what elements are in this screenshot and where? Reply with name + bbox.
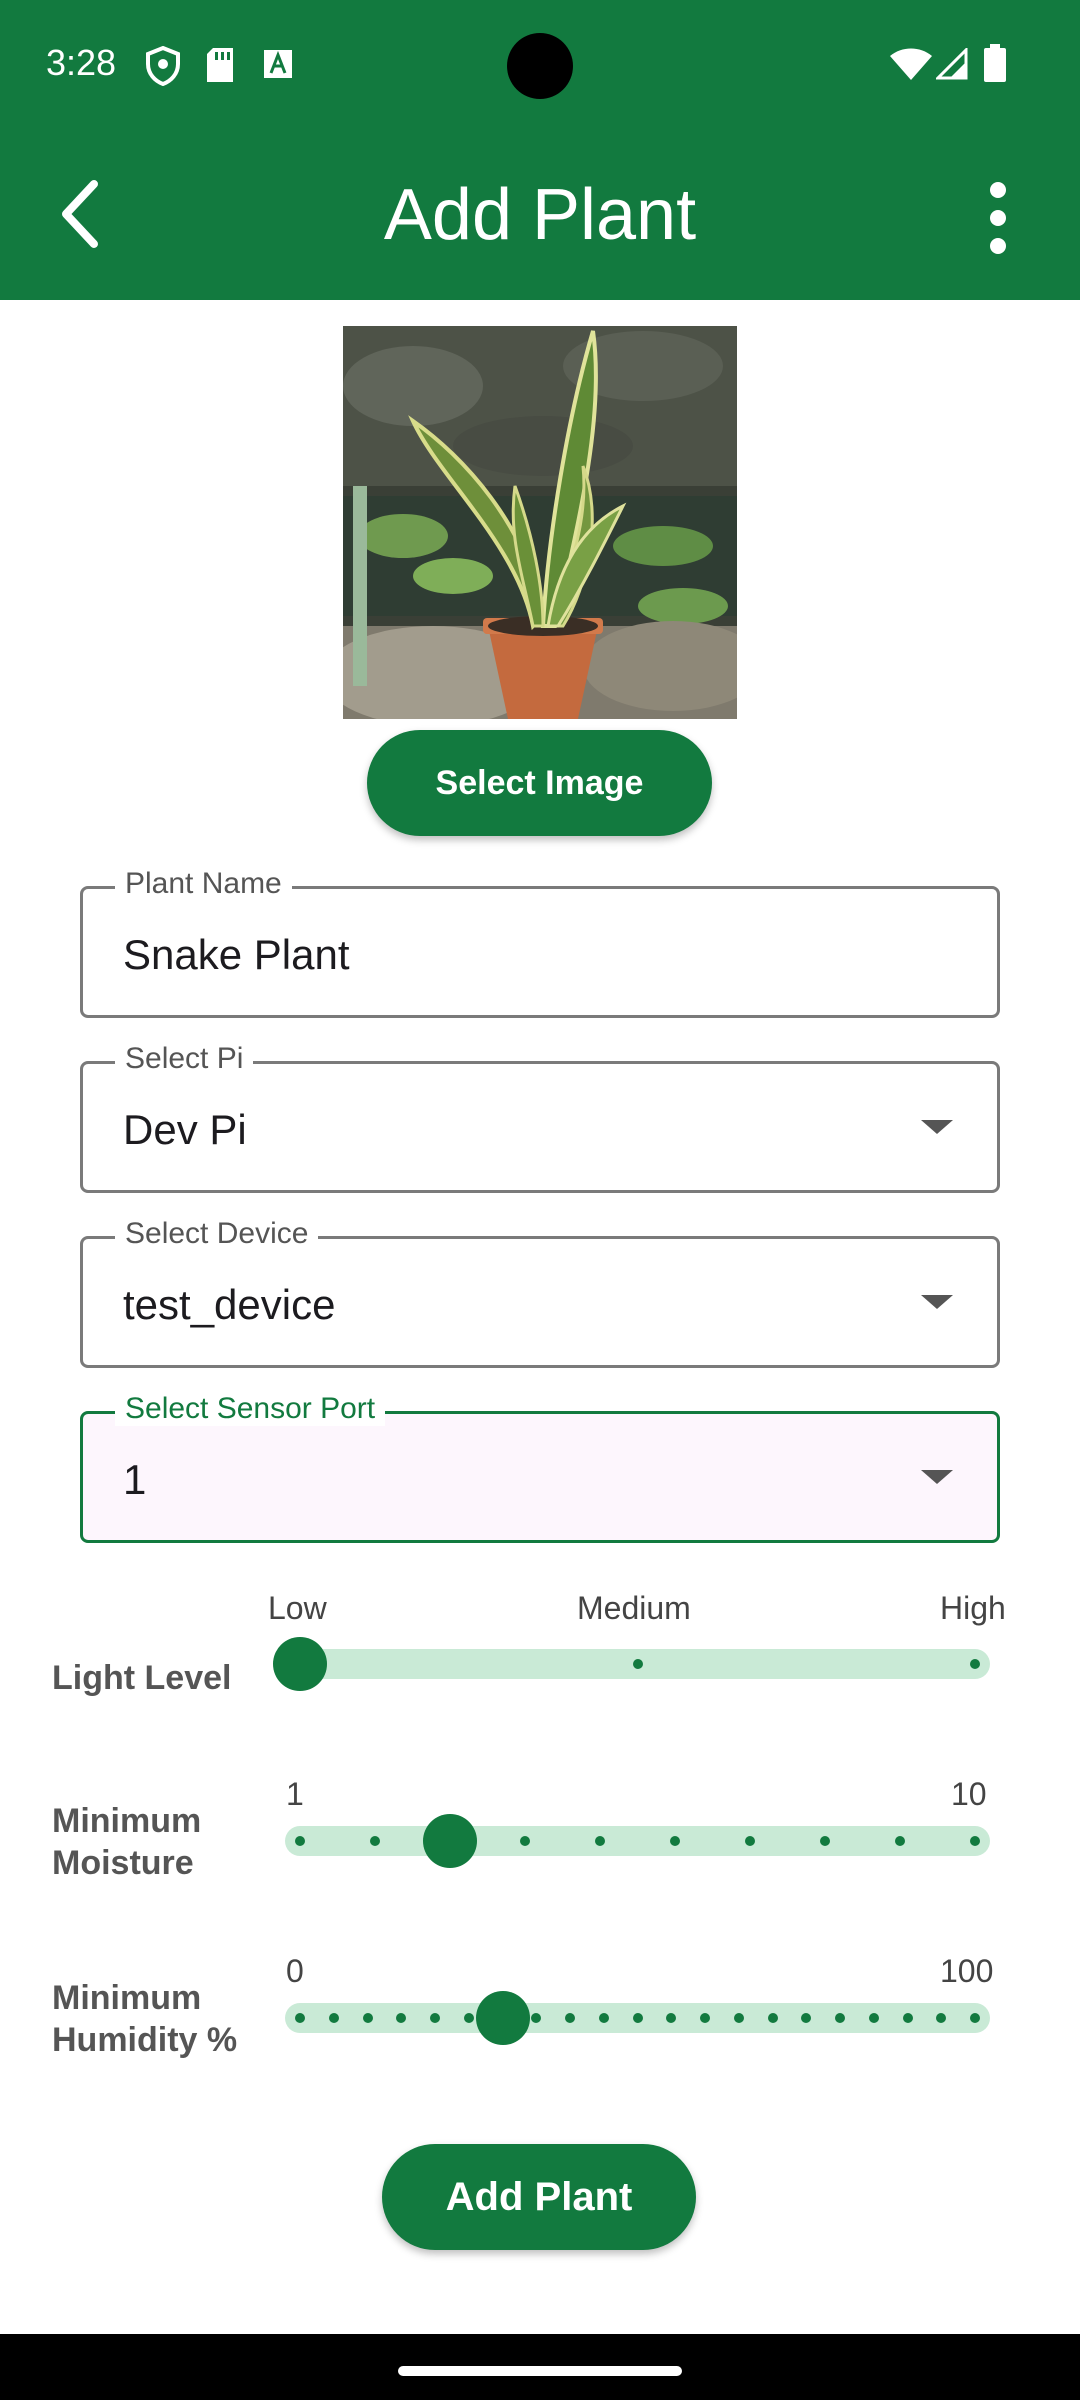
select-pi-value: Dev Pi [123, 1106, 247, 1153]
light-tick-high: High [940, 1590, 1006, 1626]
select-device-label: Select Device [115, 1217, 319, 1251]
slider-tick-mark [835, 2013, 845, 2023]
select-pi-label: Select Pi [115, 1042, 254, 1076]
slider-tick-mark [632, 2013, 643, 2023]
light-tick-medium: Medium [577, 1590, 691, 1626]
moisture-max-label: 10 [951, 1776, 987, 1812]
battery-icon [984, 44, 1006, 87]
slider-tick-mark [463, 2013, 474, 2023]
front-camera [507, 33, 573, 99]
light-level-label: Light Level [52, 1659, 232, 1697]
minimum-humidity-label: Minimum Humidity % [52, 1979, 238, 2059]
slider-tick-mark [670, 1836, 680, 1846]
slider-tick-mark [895, 1836, 905, 1846]
home-gesture-handle[interactable] [398, 2366, 682, 2376]
slider-thumb[interactable] [475, 1991, 530, 2045]
humidity-min-label: 0 [286, 1953, 304, 1989]
slider-tick-mark [733, 2013, 744, 2023]
plant-name-value: Snake Plant [123, 931, 350, 978]
slider-thumb[interactable] [423, 1814, 477, 1868]
slider-tick-mark [370, 1836, 380, 1846]
select-device-dropdown[interactable]: Select Device test_device [80, 1217, 1000, 1368]
minimum-moisture-label: Minimum Moisture [52, 1802, 202, 1882]
slider-tick-mark [520, 1836, 530, 1846]
shield-icon [145, 45, 181, 91]
plant-image [343, 326, 737, 719]
dropdown-arrow-icon [921, 1295, 953, 1309]
light-tick-low: Low [268, 1590, 327, 1626]
slider-tick-mark [565, 2013, 575, 2023]
sd-card-icon [205, 46, 235, 89]
slider-thumb[interactable] [273, 1637, 327, 1691]
humidity-max-label: 100 [940, 1953, 994, 1989]
slider-tick-mark [632, 1659, 643, 1669]
slider-tick-mark [868, 2013, 879, 2023]
add-plant-button[interactable]: Add Plant [382, 2144, 696, 2250]
more-options-button[interactable] [970, 180, 1026, 256]
navigation-bar [0, 2334, 1080, 2400]
slider-tick-mark [598, 2013, 609, 2023]
app-bar: Add Plant [0, 134, 1080, 300]
slider-track[interactable] [285, 1826, 990, 1856]
select-pi-dropdown[interactable]: Select Pi Dev Pi [80, 1042, 1000, 1193]
select-device-value: test_device [123, 1281, 336, 1328]
slider-tick-mark [767, 2013, 778, 2023]
more-vertical-icon [990, 182, 1006, 254]
select-sensor-port-dropdown[interactable]: Select Sensor Port 1 [80, 1392, 1000, 1543]
slider-tick-mark [328, 2013, 339, 2023]
dropdown-arrow-icon [921, 1470, 953, 1484]
plant-name-label: Plant Name [115, 867, 292, 901]
slider-tick-mark [970, 1659, 980, 1669]
status-bar: 3:28 [0, 0, 1080, 134]
slider-tick-mark [295, 1836, 305, 1846]
status-time: 3:28 [46, 42, 117, 83]
slider-tick-mark [970, 1836, 980, 1846]
moisture-min-label: 1 [286, 1776, 304, 1812]
slider-tick-mark [970, 2013, 980, 2023]
select-sensor-port-value: 1 [123, 1456, 147, 1503]
slider-tick-mark [745, 1836, 755, 1846]
signal-icon [934, 46, 968, 85]
slider-tick-mark [595, 1836, 605, 1846]
slider-tick-mark [430, 2013, 440, 2023]
slider-tick-mark [700, 2013, 710, 2023]
slider-tick-mark [295, 2013, 305, 2023]
slider-tick-mark [820, 1836, 830, 1846]
select-image-label: Select Image [435, 763, 644, 802]
page-title: Add Plant [383, 175, 697, 255]
dropdown-arrow-icon [921, 1120, 953, 1134]
select-image-button[interactable]: Select Image [367, 730, 712, 836]
slider-tick-mark [902, 2013, 913, 2023]
select-sensor-port-label: Select Sensor Port [115, 1392, 386, 1426]
plant-name-field[interactable]: Plant Name Snake Plant [80, 867, 1000, 1018]
slider-tick-mark [362, 2013, 373, 2023]
add-plant-label: Add Plant [445, 2174, 633, 2219]
wifi-icon [890, 48, 932, 85]
text-icon [262, 46, 294, 87]
